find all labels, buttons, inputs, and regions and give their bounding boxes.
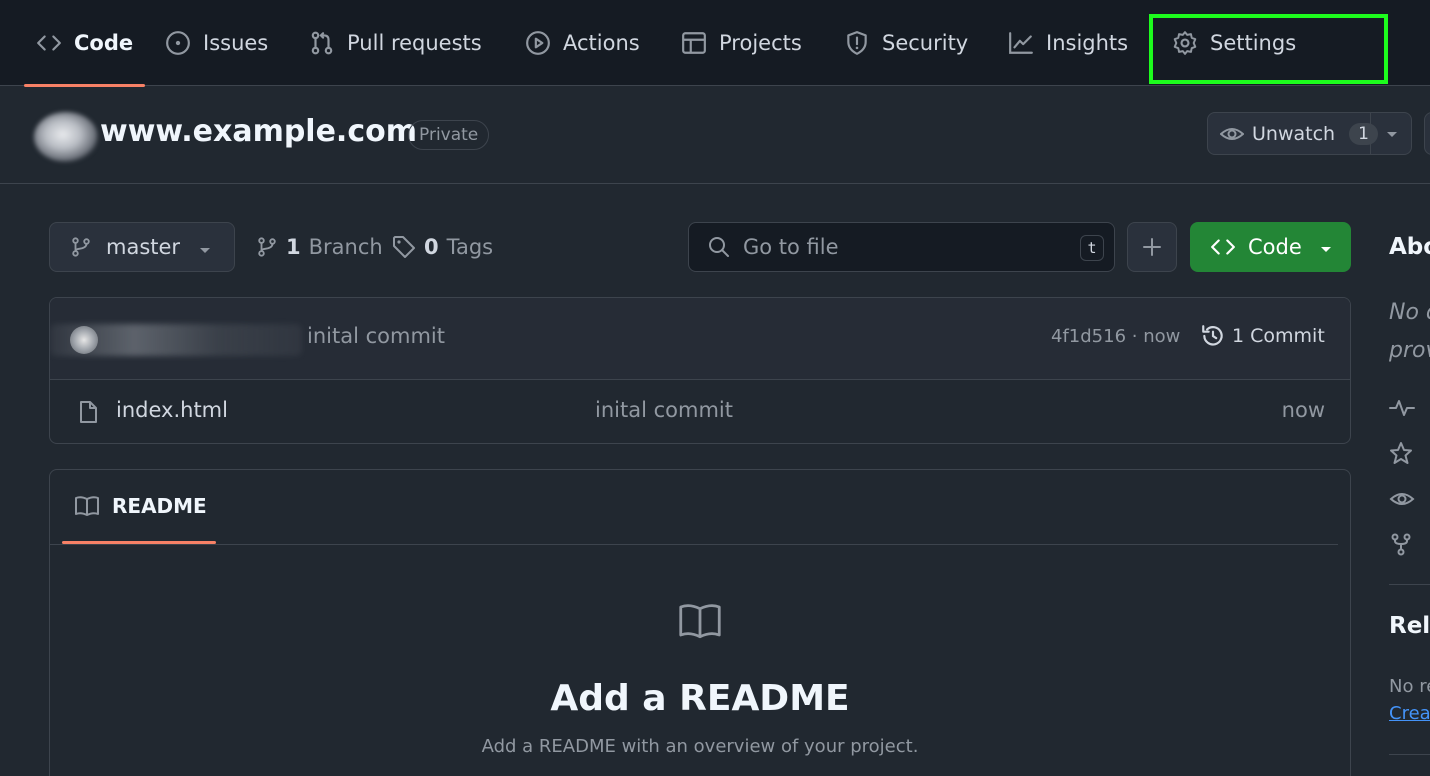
- file-browser: inital commit 4f1d516 · now 1 Commit ind…: [49, 297, 1351, 444]
- chevron-down-icon: [1321, 247, 1331, 252]
- code-dropdown-button[interactable]: Code: [1190, 222, 1351, 272]
- readme-empty-title: Add a README: [550, 678, 850, 719]
- tab-issues-label: Issues: [203, 31, 269, 55]
- tag-label: Tags: [446, 235, 494, 259]
- repo-name[interactable]: www.example.com: [100, 114, 417, 149]
- branch-name: master: [106, 235, 181, 259]
- visibility-badge: Private: [408, 120, 490, 150]
- readme-empty-subtitle: Add a README with an overview of your pr…: [481, 736, 919, 757]
- latest-commit-row: inital commit 4f1d516 · now 1 Commit: [50, 298, 1350, 380]
- pulse-icon: [1389, 400, 1415, 416]
- branches-link[interactable]: 1 Branch: [256, 222, 383, 272]
- tab-actions[interactable]: Actions: [525, 0, 640, 86]
- repo-nav: Code Issues Pull requests Actions Projec…: [0, 0, 1430, 87]
- tag-count: 0: [424, 235, 439, 259]
- watch-count: 1: [1349, 122, 1378, 145]
- settings-highlight-box: [1149, 14, 1388, 84]
- no-releases-text: No re: [1389, 676, 1430, 697]
- about-heading: Abo: [1389, 234, 1430, 260]
- book-icon: [75, 496, 99, 516]
- commits-history-link[interactable]: 1 Commit: [1200, 323, 1325, 349]
- owner-avatar[interactable]: [34, 112, 98, 162]
- tab-pull-requests-label: Pull requests: [347, 31, 482, 55]
- branch-count: 1: [286, 235, 301, 259]
- git-pull-request-icon: [311, 31, 333, 55]
- add-file-button[interactable]: [1127, 222, 1177, 272]
- readme-tab-label: README: [112, 494, 207, 518]
- table-row[interactable]: index.html inital commit now: [50, 380, 1350, 443]
- code-button-label: Code: [1248, 235, 1302, 259]
- tab-projects[interactable]: Projects: [681, 0, 802, 86]
- table-icon: [682, 32, 706, 54]
- file-name[interactable]: index.html: [116, 398, 228, 422]
- shield-icon: [847, 31, 867, 55]
- fork-button[interactable]: [1424, 112, 1430, 155]
- file-commit-message[interactable]: inital commit: [595, 398, 733, 422]
- branch-label: Branch: [308, 235, 383, 259]
- code-icon: [1211, 239, 1235, 255]
- releases-heading[interactable]: Rele: [1389, 613, 1430, 639]
- create-release-link[interactable]: Crea: [1389, 703, 1430, 724]
- commit-message[interactable]: inital commit: [307, 324, 445, 348]
- go-to-file-input[interactable]: Go to file t: [688, 222, 1115, 272]
- eye-icon[interactable]: [1389, 487, 1415, 511]
- file-commit-time: now: [1281, 398, 1325, 422]
- fork-icon[interactable]: [1389, 532, 1413, 556]
- tab-security[interactable]: Security: [844, 0, 968, 86]
- tab-security-label: Security: [882, 31, 969, 55]
- graph-icon: [1009, 32, 1033, 54]
- tab-code[interactable]: Code: [23, 0, 146, 87]
- tag-icon: [393, 236, 415, 258]
- tab-pull-requests[interactable]: Pull requests: [309, 0, 482, 86]
- tab-code-label: Code: [74, 31, 134, 55]
- file-icon: [80, 401, 97, 423]
- tab-insights[interactable]: Insights: [1008, 0, 1128, 86]
- book-icon: [679, 604, 721, 639]
- about-description: No d prov: [1389, 300, 1430, 363]
- keyboard-shortcut: t: [1080, 235, 1104, 261]
- git-branch-icon: [72, 237, 90, 257]
- issue-opened-icon: [166, 31, 190, 55]
- code-icon: [37, 35, 61, 51]
- search-icon: [709, 237, 729, 257]
- readme-panel: README Add a README Add a README with an…: [49, 469, 1351, 776]
- eye-icon: [1220, 127, 1244, 140]
- chevron-down-icon: [1387, 132, 1397, 137]
- tab-insights-label: Insights: [1046, 31, 1129, 55]
- unwatch-label: Unwatch: [1252, 122, 1336, 145]
- commit-sha-time[interactable]: 4f1d516 · now: [1051, 326, 1180, 347]
- chevron-down-icon: [200, 248, 210, 253]
- tab-readme[interactable]: README: [74, 494, 207, 518]
- tab-actions-label: Actions: [563, 31, 640, 55]
- star-icon[interactable]: [1389, 441, 1413, 465]
- history-icon: [1202, 325, 1223, 346]
- avatar[interactable]: [70, 326, 98, 354]
- plus-icon: [1143, 238, 1161, 256]
- tags-link[interactable]: 0 Tags: [392, 222, 493, 272]
- branch-selector[interactable]: master: [49, 222, 235, 272]
- go-to-file-placeholder: Go to file: [743, 235, 839, 259]
- unwatch-button[interactable]: Unwatch 1: [1207, 112, 1412, 155]
- tab-issues[interactable]: Issues: [165, 0, 268, 86]
- play-icon: [526, 31, 550, 55]
- commits-label: 1 Commit: [1232, 325, 1325, 347]
- tab-projects-label: Projects: [719, 31, 802, 55]
- git-branch-icon: [258, 237, 276, 257]
